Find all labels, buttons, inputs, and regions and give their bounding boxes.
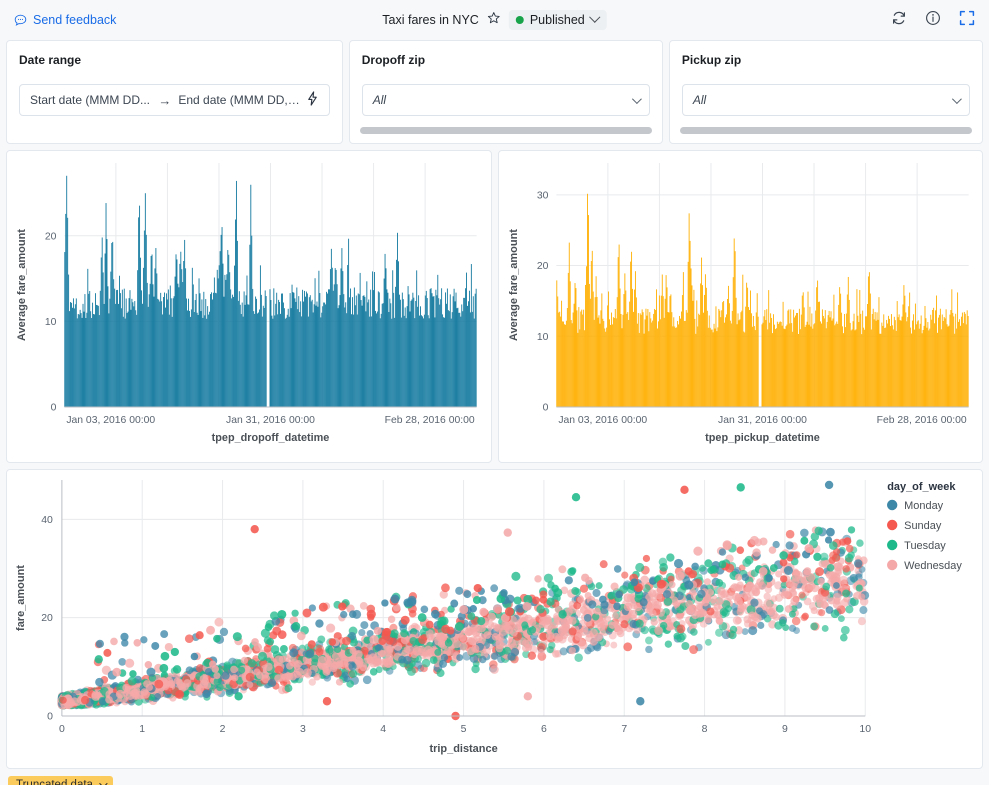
pickup-zip-scrollbar[interactable] <box>679 127 973 134</box>
svg-text:Average fare_amount: Average fare_amount <box>507 229 519 341</box>
svg-text:0: 0 <box>542 402 548 413</box>
svg-text:30: 30 <box>536 190 548 201</box>
svg-text:Jan 31, 2016 00:00: Jan 31, 2016 00:00 <box>718 415 807 426</box>
truncated-data-label: Truncated data <box>16 779 93 785</box>
top-bar: Send feedback Taxi fares in NYC Publishe… <box>0 0 989 40</box>
arrow-right-icon: → <box>158 92 172 108</box>
dropoff-zip-value: All <box>372 93 387 107</box>
svg-text:0: 0 <box>51 402 57 413</box>
status-badge[interactable]: Published <box>508 10 607 30</box>
filter-bar: Date range Start date (MMM DD... → End d… <box>0 40 989 144</box>
footer: Truncated data <box>0 769 989 785</box>
svg-text:Jan 03, 2016 00:00: Jan 03, 2016 00:00 <box>66 415 155 426</box>
chevron-down-icon <box>631 93 642 104</box>
chart-panel-pickup[interactable]: 0 10 20 30 Jan 03, 2016 00:00 Jan 31, 2016 00… <box>497 150 983 463</box>
svg-text:10: 10 <box>45 317 57 328</box>
filter-pickup-zip: Pickup zip All <box>668 40 984 144</box>
svg-text:20: 20 <box>536 261 548 272</box>
status-dot <box>515 16 524 24</box>
filter-label-date-range: Date range <box>19 53 82 67</box>
bar-chart-row: 0 10 20 Jan 03, 2016 00:00 Jan 31, 2016 00:0… <box>0 144 989 463</box>
svg-text:Feb 28, 2016 00:00: Feb 28, 2016 00:00 <box>385 415 475 426</box>
svg-text:tpep_dropoff_datetime: tpep_dropoff_datetime <box>212 432 330 444</box>
fullscreen-icon[interactable] <box>959 10 975 31</box>
truncated-data-badge[interactable]: Truncated data <box>8 776 113 785</box>
chevron-down-icon <box>951 93 962 104</box>
svg-text:Jan 31, 2016 00:00: Jan 31, 2016 00:00 <box>226 415 315 426</box>
chevron-down-icon <box>99 779 108 785</box>
send-feedback-label: Send feedback <box>33 13 117 27</box>
filter-label-pickup-zip: Pickup zip <box>681 53 742 67</box>
filter-dropoff-zip: Dropoff zip All <box>348 40 663 144</box>
pickup-zip-value: All <box>692 93 707 107</box>
svg-text:40: 40 <box>41 515 53 526</box>
send-feedback-button[interactable]: Send feedback <box>14 13 116 27</box>
svg-text:20: 20 <box>45 231 57 242</box>
start-date-placeholder: Start date (MMM DD... <box>30 93 151 107</box>
chevron-down-icon <box>589 11 601 23</box>
chart-panel-dropoff[interactable]: 0 10 20 Jan 03, 2016 00:00 Jan 31, 2016 00:0… <box>6 150 492 463</box>
svg-text:20: 20 <box>41 613 53 624</box>
speech-bubble-icon <box>14 14 27 27</box>
pickup-zip-select[interactable]: All <box>681 84 971 116</box>
dropoff-zip-scrollbar[interactable] <box>359 127 652 134</box>
page-title: Taxi fares in NYC <box>382 13 479 27</box>
lightning-bolt-icon[interactable] <box>306 91 319 109</box>
favorite-star-icon[interactable] <box>487 11 501 30</box>
svg-text:Feb 28, 2016 00:00: Feb 28, 2016 00:00 <box>876 415 966 426</box>
svg-text:Jan 03, 2016 00:00: Jan 03, 2016 00:00 <box>558 415 647 426</box>
svg-text:tpep_pickup_datetime: tpep_pickup_datetime <box>705 432 820 444</box>
svg-text:Average fare_amount: Average fare_amount <box>16 229 28 341</box>
end-date-placeholder: End date (MMM DD, ... <box>178 93 300 107</box>
svg-text:0: 0 <box>47 711 53 722</box>
filter-label-dropoff-zip: Dropoff zip <box>361 53 426 67</box>
info-icon[interactable] <box>925 10 941 31</box>
chart-panel-scatter[interactable]: 0 20 40 0 1 2 3 4 5 6 7 8 9 10 trip_distance fare_amoun… <box>6 469 983 769</box>
date-range-input[interactable]: Start date (MMM DD... → End date (MMM DD… <box>19 84 330 116</box>
dropoff-zip-select[interactable]: All <box>361 84 650 116</box>
refresh-icon[interactable] <box>891 10 907 31</box>
dashboard-title-group: Taxi fares in NYC Published <box>382 10 607 30</box>
status-label: Published <box>529 13 585 27</box>
toolbar-icons <box>891 10 975 31</box>
filter-date-range: Date range Start date (MMM DD... → End d… <box>6 40 343 144</box>
svg-text:10: 10 <box>536 332 548 343</box>
